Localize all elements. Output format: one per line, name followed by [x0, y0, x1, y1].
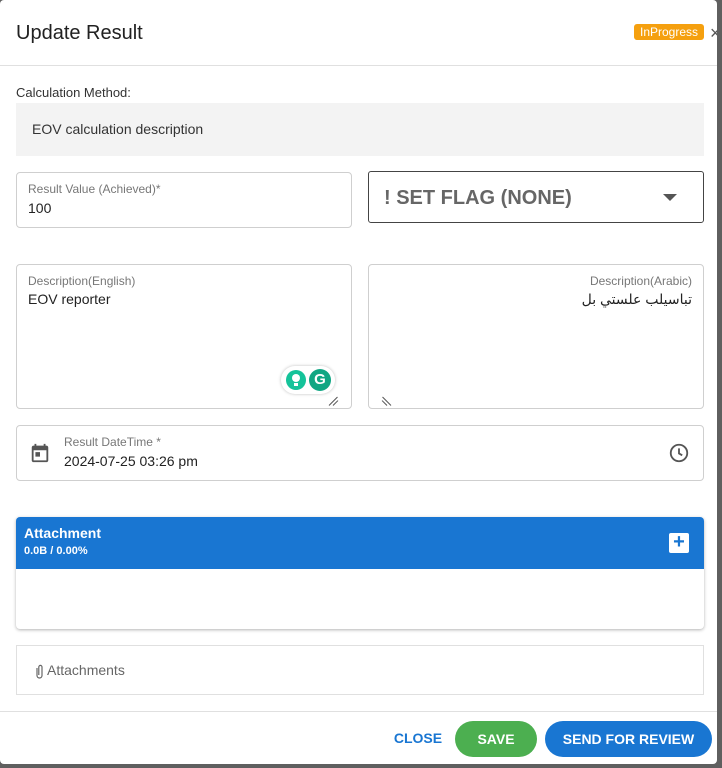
result-datetime-label: Result DateTime *	[64, 435, 161, 449]
attachment-size-info: 0.0B / 0.00%	[24, 545, 88, 557]
description-arabic-label: Description(Arabic)	[589, 274, 692, 288]
chevron-down-icon	[663, 194, 677, 201]
clock-icon[interactable]	[668, 442, 690, 464]
calculation-method-label: Calculation Method:	[16, 85, 131, 100]
update-result-dialog: Update Result InProgress × Calculation M…	[0, 0, 717, 764]
dialog-footer: CLOSE SAVE SEND FOR REVIEW	[0, 711, 717, 764]
dialog-title: Update Result	[16, 22, 143, 44]
attachment-panel: Attachment 0.0B / 0.00% +	[16, 517, 704, 629]
status-badge: InProgress	[634, 24, 705, 40]
attachment-panel-header: Attachment 0.0B / 0.00% +	[16, 517, 704, 569]
resize-handle-icon[interactable]	[381, 396, 392, 406]
calendar-icon[interactable]	[29, 442, 51, 464]
result-value-label: Result Value (Achieved)*	[28, 182, 161, 196]
attachment-title: Attachment	[24, 525, 102, 541]
attachments-row[interactable]: Attachments	[16, 645, 704, 695]
plus-icon[interactable]: +	[669, 532, 689, 553]
attachments-label: Attachments	[47, 662, 125, 678]
send-for-review-button[interactable]: SEND FOR REVIEW	[545, 721, 712, 757]
result-value-field[interactable]: Result Value (Achieved)* 100	[16, 172, 352, 228]
result-value-input[interactable]: 100	[28, 200, 51, 216]
dialog-header: Update Result InProgress ×	[0, 0, 717, 66]
description-english-input[interactable]: EOV reporter	[28, 291, 110, 307]
close-button[interactable]: CLOSE	[388, 730, 448, 746]
resize-handle-icon[interactable]	[328, 396, 339, 406]
grammarly-logo-icon[interactable]: G	[309, 369, 331, 391]
description-arabic-field[interactable]: Description(Arabic) تباسيلب علستي بل	[368, 264, 704, 409]
close-icon[interactable]: ×	[710, 24, 717, 42]
description-english-label: Description(English)	[28, 274, 136, 288]
result-datetime-field[interactable]: Result DateTime * 2024-07-25 03:26 pm	[16, 425, 704, 481]
flag-selected-value: ! SET FLAG (NONE)	[384, 187, 572, 209]
grammarly-widget[interactable]: G	[281, 366, 335, 394]
description-arabic-input[interactable]: تباسيلب علستي بل	[582, 291, 692, 308]
flag-select[interactable]: ! SET FLAG (NONE)	[368, 171, 704, 223]
paperclip-icon	[36, 664, 43, 679]
grammarly-bulb-icon[interactable]	[286, 370, 306, 390]
calculation-description: EOV calculation description	[16, 103, 704, 156]
result-datetime-input[interactable]: 2024-07-25 03:26 pm	[64, 453, 198, 469]
save-button[interactable]: SAVE	[455, 721, 537, 757]
